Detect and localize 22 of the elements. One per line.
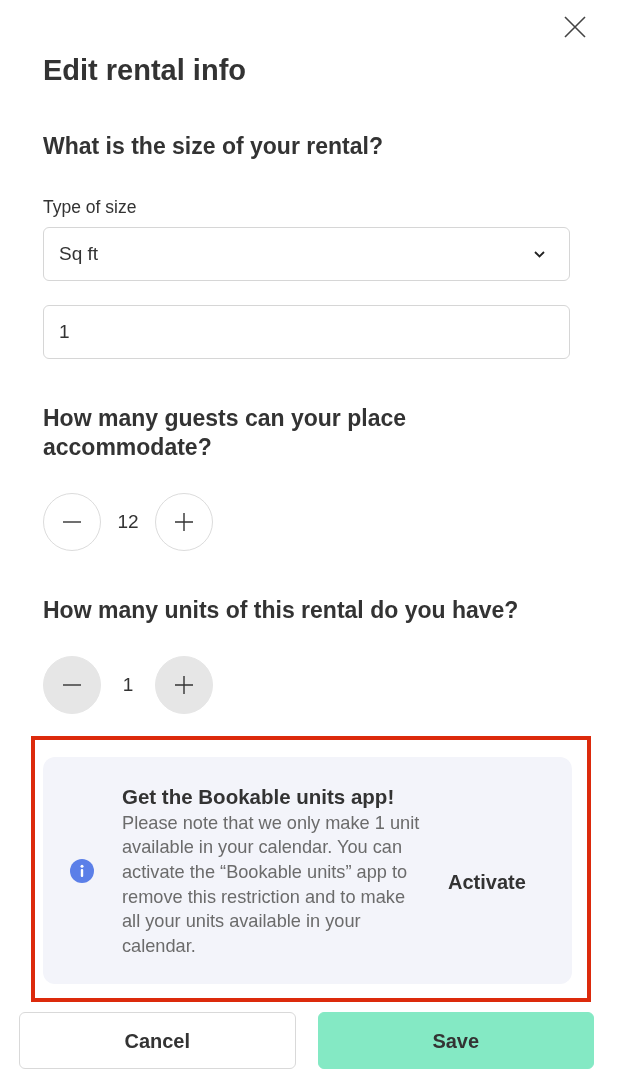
- plus-icon: [175, 676, 193, 694]
- close-button[interactable]: [564, 16, 586, 38]
- save-button[interactable]: Save: [317, 1012, 594, 1069]
- dialog-title: Edit rental info: [43, 53, 247, 87]
- size-type-select[interactable]: Sq ft: [43, 227, 570, 281]
- info-icon: [70, 858, 94, 883]
- counter-value: 12: [116, 509, 140, 534]
- minus-icon: [63, 521, 81, 523]
- cancel-button[interactable]: Cancel: [19, 1012, 296, 1069]
- counter-value: 1: [121, 672, 135, 697]
- size-input[interactable]: 1: [43, 305, 570, 359]
- plus-icon: [175, 513, 193, 531]
- close-icon: [564, 16, 586, 38]
- notice-text: Please note that we only make 1 unit available in your calendar. You can activate the “Bookable units” app to remove this restriction and to make all your units available in your calendar.: [122, 811, 421, 958]
- notice-title: Get the Bookable units app!: [122, 783, 396, 810]
- question-heading: What is the size of your rental?: [43, 132, 384, 161]
- question-heading: How many units of this rental do you have?: [43, 596, 520, 625]
- chevron-down-icon: [534, 250, 545, 258]
- question-heading: How many guests can your place accommodate?: [43, 404, 407, 462]
- minus-icon: [63, 684, 81, 686]
- activate-button[interactable]: Activate: [448, 866, 526, 897]
- field-label: Type of size: [43, 197, 138, 217]
